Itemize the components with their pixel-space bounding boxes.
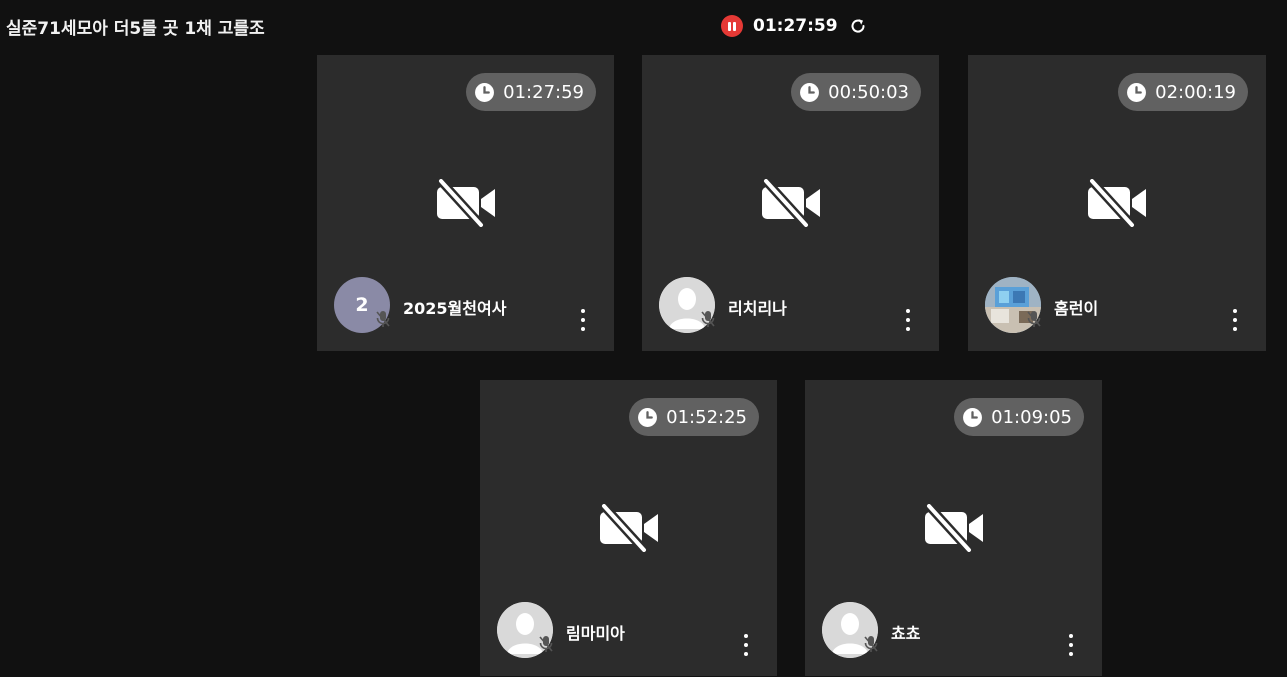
mic-off-icon bbox=[376, 311, 390, 327]
camera-off-icon bbox=[762, 179, 820, 227]
participant-tile[interactable]: 02:00:19 홈런이 bbox=[968, 55, 1266, 351]
timer-badge: 00:50:03 bbox=[791, 73, 921, 111]
participant-tile[interactable]: 01:27:59 2 2025월천여사 bbox=[317, 55, 614, 351]
timer-badge: 01:09:05 bbox=[954, 398, 1084, 436]
recording-bar: 01:27:59 bbox=[721, 12, 868, 40]
avatar: 2 bbox=[334, 277, 390, 333]
clock-icon bbox=[963, 407, 983, 427]
avatar bbox=[985, 277, 1041, 333]
participant-name: 홈런이 bbox=[1054, 299, 1099, 318]
avatar bbox=[659, 277, 715, 333]
participant-name: 2025월천여사 bbox=[403, 299, 507, 318]
mic-off-icon bbox=[1027, 311, 1041, 327]
participant-tile[interactable]: 01:52:25 림마미아 bbox=[480, 380, 777, 676]
refresh-icon[interactable] bbox=[848, 16, 868, 36]
more-options-icon[interactable] bbox=[741, 633, 751, 657]
camera-off-icon bbox=[437, 179, 495, 227]
timer-text: 01:09:05 bbox=[991, 406, 1072, 428]
participant-name: 림마미아 bbox=[566, 624, 625, 643]
camera-off-icon bbox=[1088, 179, 1146, 227]
room-title: 실준71세모아 더5를 곳 1채 고를조 bbox=[6, 19, 265, 39]
mic-off-icon bbox=[539, 636, 553, 652]
clock-icon bbox=[475, 82, 495, 102]
avatar bbox=[822, 602, 878, 658]
more-options-icon[interactable] bbox=[1066, 633, 1076, 657]
timer-badge: 02:00:19 bbox=[1118, 73, 1248, 111]
clock-icon bbox=[1127, 82, 1147, 102]
participant-tile[interactable]: 00:50:03 리치리나 bbox=[642, 55, 939, 351]
camera-off-icon bbox=[925, 504, 983, 552]
camera-off-icon bbox=[600, 504, 658, 552]
timer-text: 01:27:59 bbox=[503, 81, 584, 103]
more-options-icon[interactable] bbox=[1230, 308, 1240, 332]
avatar-initial: 2 bbox=[355, 294, 369, 316]
recording-pause-button[interactable] bbox=[721, 15, 743, 37]
timer-text: 00:50:03 bbox=[828, 81, 909, 103]
participant-tile[interactable]: 01:09:05 쵸쵸 bbox=[805, 380, 1102, 676]
clock-icon bbox=[638, 407, 658, 427]
avatar bbox=[497, 602, 553, 658]
clock-icon bbox=[800, 82, 820, 102]
more-options-icon[interactable] bbox=[578, 308, 588, 332]
mic-off-icon bbox=[701, 311, 715, 327]
mic-off-icon bbox=[864, 636, 878, 652]
timer-badge: 01:27:59 bbox=[466, 73, 596, 111]
participant-name: 리치리나 bbox=[728, 299, 787, 318]
timer-badge: 01:52:25 bbox=[629, 398, 759, 436]
timer-text: 01:52:25 bbox=[666, 406, 747, 428]
recording-timer: 01:27:59 bbox=[753, 16, 838, 36]
participant-name: 쵸쵸 bbox=[891, 624, 921, 643]
more-options-icon[interactable] bbox=[903, 308, 913, 332]
timer-text: 02:00:19 bbox=[1155, 81, 1236, 103]
